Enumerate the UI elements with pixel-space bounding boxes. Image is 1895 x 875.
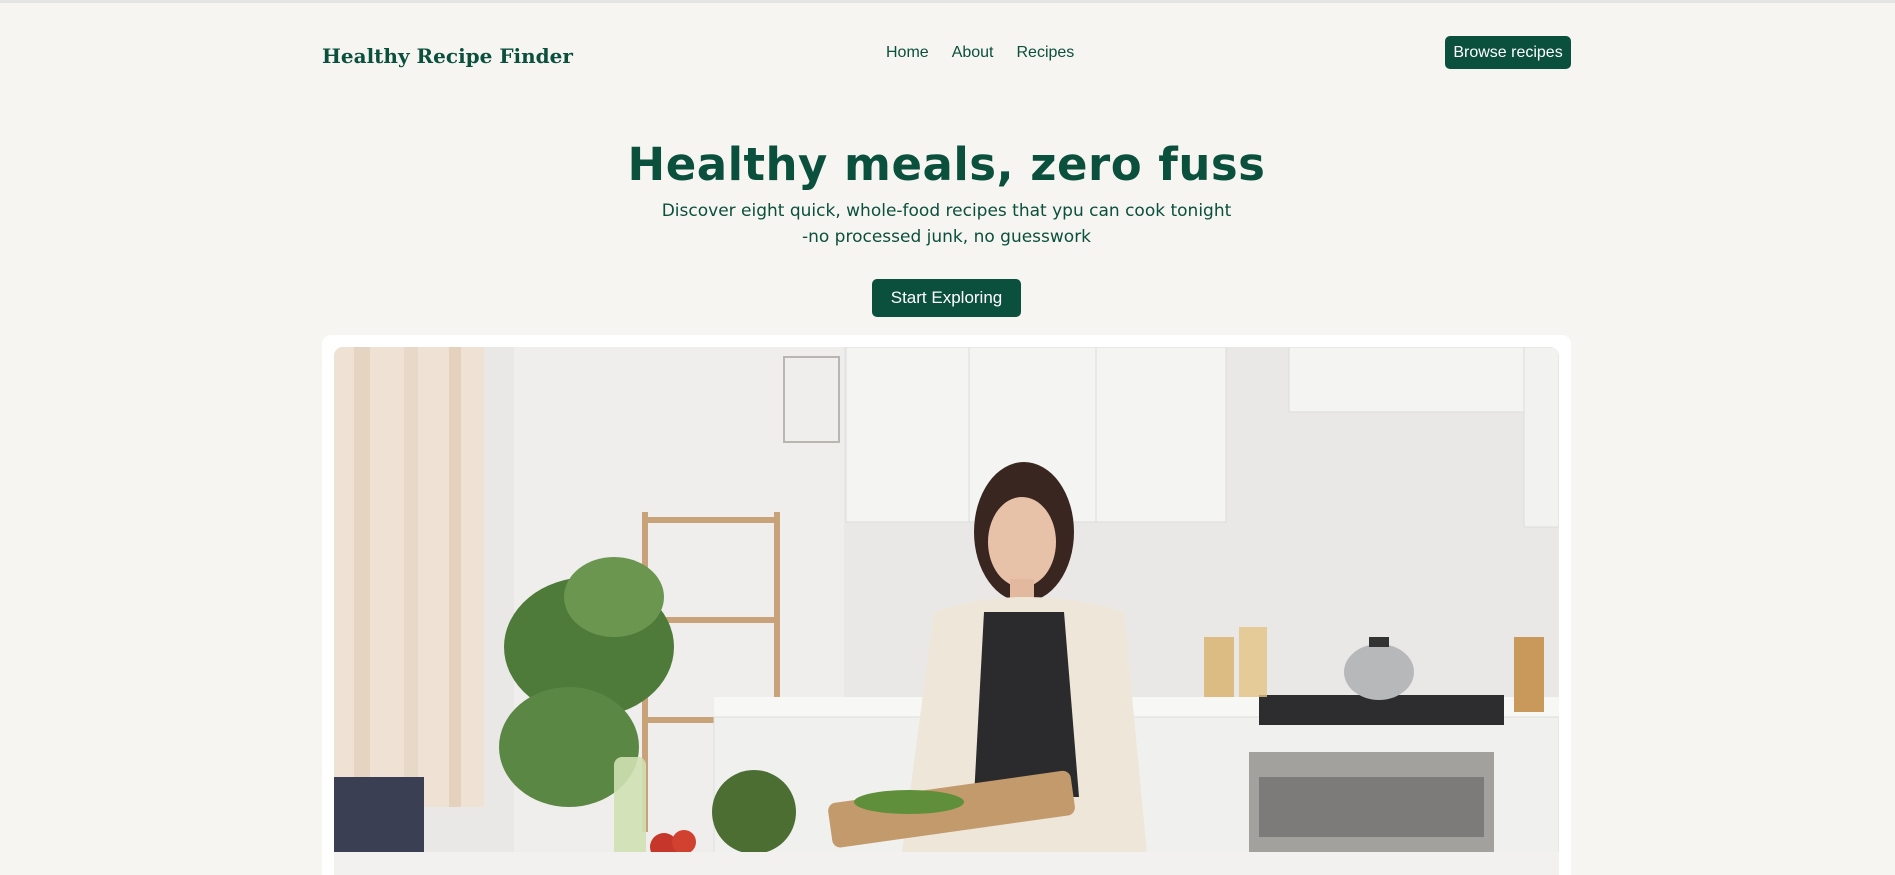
hero-subtitle: Discover eight quick, whole-food recipes…: [647, 198, 1247, 250]
kitchen-photo-illustration: [334, 347, 1559, 875]
hero-title: Healthy meals, zero fuss: [627, 138, 1266, 191]
site-header: Healthy Recipe Finder Home About Recipes…: [322, 36, 1571, 70]
top-border: [0, 0, 1895, 3]
nav-about-link[interactable]: About: [952, 44, 994, 62]
start-exploring-button[interactable]: Start Exploring: [871, 279, 1022, 317]
hero-subtitle-line-1: Discover eight quick, whole-food recipes…: [661, 201, 1232, 221]
hero-section: Healthy meals, zero fuss Discover eight …: [322, 138, 1571, 317]
hero-subtitle-line-2: -no processed junk, no guesswork: [801, 227, 1092, 247]
site-logo[interactable]: Healthy Recipe Finder: [322, 44, 573, 68]
main-nav: Home About Recipes: [886, 44, 1074, 62]
hero-image: [334, 347, 1559, 875]
browse-recipes-button[interactable]: Browse recipes: [1445, 36, 1571, 69]
nav-home-link[interactable]: Home: [886, 44, 929, 62]
nav-recipes-link[interactable]: Recipes: [1017, 44, 1075, 62]
hero-image-card: [322, 335, 1571, 875]
